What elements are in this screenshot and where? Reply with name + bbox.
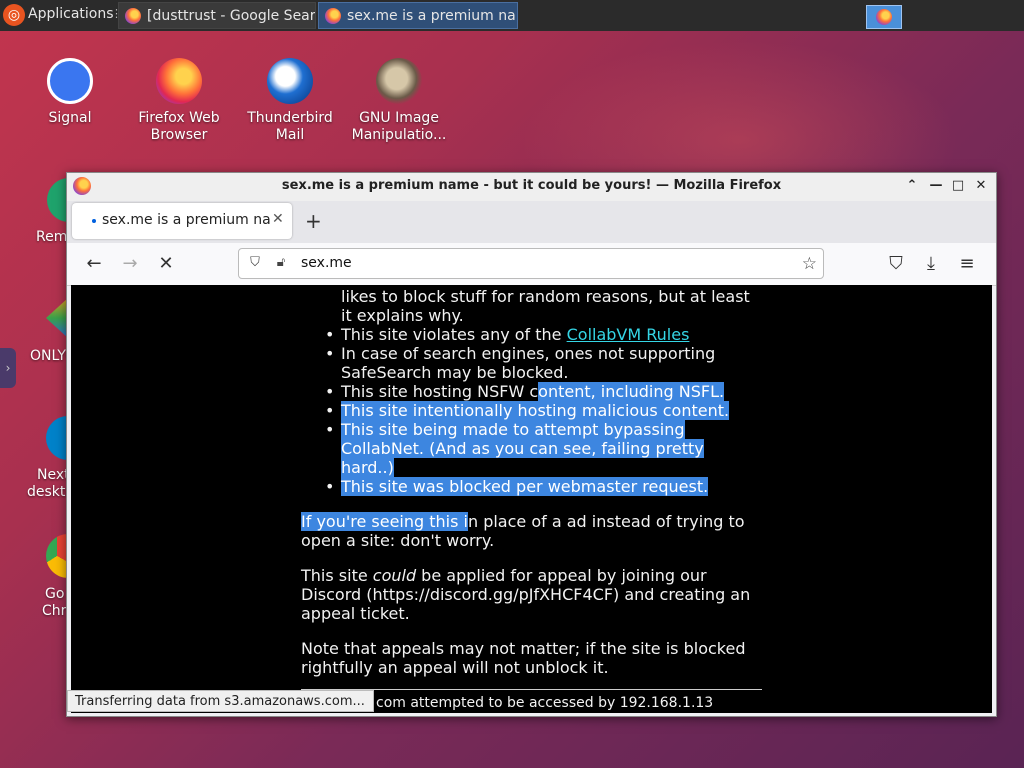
desktop-icon-label: Thunderbird Mail	[247, 110, 333, 143]
taskbar-item-label: sex.me is a premium na...	[347, 8, 518, 24]
desktop-icon-thunderbird[interactable]: Thunderbird Mail	[240, 58, 340, 144]
selected-text: hard..)	[341, 458, 394, 477]
firefox-icon	[125, 8, 141, 24]
ubuntu-logo-icon[interactable]: ◎	[3, 4, 25, 26]
tab-sexme[interactable]: sex.me is a premium name - but it could …	[72, 203, 292, 239]
chrome-icon[interactable]	[46, 534, 68, 578]
list-item: • This site violates any of the CollabVM …	[325, 325, 690, 344]
gimp-icon	[376, 58, 422, 104]
tab-label: sex.me is a premium name - but it could …	[102, 212, 270, 228]
selected-text: This site intentionally hosting maliciou…	[341, 401, 730, 420]
chevron-up-icon[interactable]: ⌃	[903, 177, 921, 195]
selected-text: This site being made to attempt bypassin…	[341, 420, 685, 439]
tray-firefox-button[interactable]	[866, 5, 902, 29]
paragraph: If you're seeing this in place of a ad i…	[301, 512, 745, 550]
list-item: • In case of search engines, ones not sup…	[325, 344, 716, 382]
maximize-icon[interactable]: □	[949, 177, 967, 195]
list-item: • This site hosting NSFW content, includi…	[325, 382, 725, 401]
desktop-icon-label: Go	[45, 586, 65, 602]
lock-icon[interactable]: 🔓︎	[273, 255, 289, 271]
desktop-icon-label: Rem	[36, 229, 68, 245]
firefox-icon	[325, 8, 341, 24]
reason-list: • This site violates any of the CollabVM …	[301, 325, 761, 496]
url-bar[interactable]: ⛉ 🔓︎ sex.me ☆	[238, 248, 824, 279]
continued-text: likes to block stuff for random reasons,…	[341, 287, 750, 306]
desktop-icon-label: Firefox Web Browser	[138, 110, 220, 143]
window-titlebar[interactable]: sex.me is a premium name - but it could …	[67, 173, 996, 201]
status-bar: Transferring data from s3.amazonaws.com.…	[67, 690, 374, 712]
selected-text: CollabNet. (And as you can see, failing …	[341, 439, 704, 458]
tab-close-icon[interactable]: ✕	[272, 211, 284, 227]
list-item: • This site being made to attempt bypassi…	[325, 420, 704, 477]
paragraph: This site could be applied for appeal by…	[301, 566, 751, 623]
desktop-icon-gimp[interactable]: GNU Image Manipulatio...	[349, 58, 449, 144]
list-item: • This site intentionally hosting malicio…	[325, 401, 730, 420]
desktop-icon-label: GNU Image Manipulatio...	[351, 110, 447, 143]
desktop-icon-firefox[interactable]: Firefox Web Browser	[129, 58, 229, 144]
nextcloud-icon[interactable]	[46, 416, 68, 460]
desktop-icon-signal[interactable]: Signal	[20, 58, 120, 127]
minimize-icon[interactable]: —	[927, 177, 945, 195]
thunderbird-icon	[267, 58, 313, 104]
pocket-icon[interactable]: ⛉	[885, 253, 907, 275]
new-tab-icon[interactable]: +	[305, 209, 322, 233]
content-column: likes to block stuff for random reasons,…	[301, 285, 761, 677]
loading-dot-icon	[92, 219, 96, 223]
paragraph: Note that appeals may not matter; if the…	[301, 639, 746, 677]
selected-text: If you're seeing this i	[301, 512, 468, 531]
applications-menu[interactable]: Applications	[28, 6, 114, 22]
desktop-icon-label: Next	[37, 467, 70, 483]
shield-icon[interactable]: ⛉	[247, 255, 263, 271]
list-item: • This site was blocked per webmaster req…	[325, 477, 709, 496]
firefox-icon	[876, 9, 892, 25]
url-text[interactable]: sex.me	[301, 255, 352, 271]
tab-strip: sex.me is a premium name - but it could …	[67, 201, 996, 243]
selected-text: ontent, including NSFL.	[538, 382, 725, 401]
back-arrow-icon[interactable]: ←	[83, 253, 105, 275]
taskbar-item-label: [dusttrust - Google Sear...	[147, 8, 316, 24]
page-content: likes to block stuff for random reasons,…	[71, 285, 992, 713]
hamburger-menu-icon[interactable]: ≡	[956, 253, 978, 275]
footer-text: com attempted to be accessed by 192.168.…	[376, 695, 714, 711]
download-icon[interactable]: ⤓	[920, 253, 942, 275]
bookmark-star-icon[interactable]: ☆	[802, 254, 817, 274]
top-panel: ◎ Applications ⋮ [dusttrust - Google Sea…	[0, 0, 1024, 31]
window-title: sex.me is a premium name - but it could …	[281, 178, 782, 193]
forward-arrow-icon[interactable]: →	[119, 253, 141, 275]
taskbar-item-google-search[interactable]: [dusttrust - Google Sear...	[118, 2, 316, 29]
firefox-icon	[156, 58, 202, 104]
collabvm-rules-link[interactable]: CollabVM Rules	[567, 325, 690, 344]
desktop-icon-label: Signal	[48, 110, 92, 126]
close-icon[interactable]: ✕	[972, 177, 990, 195]
continued-text: it explains why.	[341, 306, 464, 325]
signal-icon	[47, 58, 93, 104]
taskbar-item-sexme[interactable]: sex.me is a premium na...	[318, 2, 518, 29]
onlyoffice-icon[interactable]	[46, 298, 68, 338]
navigation-toolbar: ← → ✕ ⛉ 🔓︎ sex.me ☆ ⛉ ⤓ ≡	[67, 243, 996, 286]
stop-icon[interactable]: ✕	[155, 253, 177, 275]
firefox-window: sex.me is a premium name - but it could …	[66, 172, 997, 717]
side-panel-expand-icon[interactable]: ›	[0, 348, 16, 388]
selected-text: This site was blocked per webmaster requ…	[341, 477, 709, 496]
desktop-icon-label: Chr	[42, 603, 67, 619]
